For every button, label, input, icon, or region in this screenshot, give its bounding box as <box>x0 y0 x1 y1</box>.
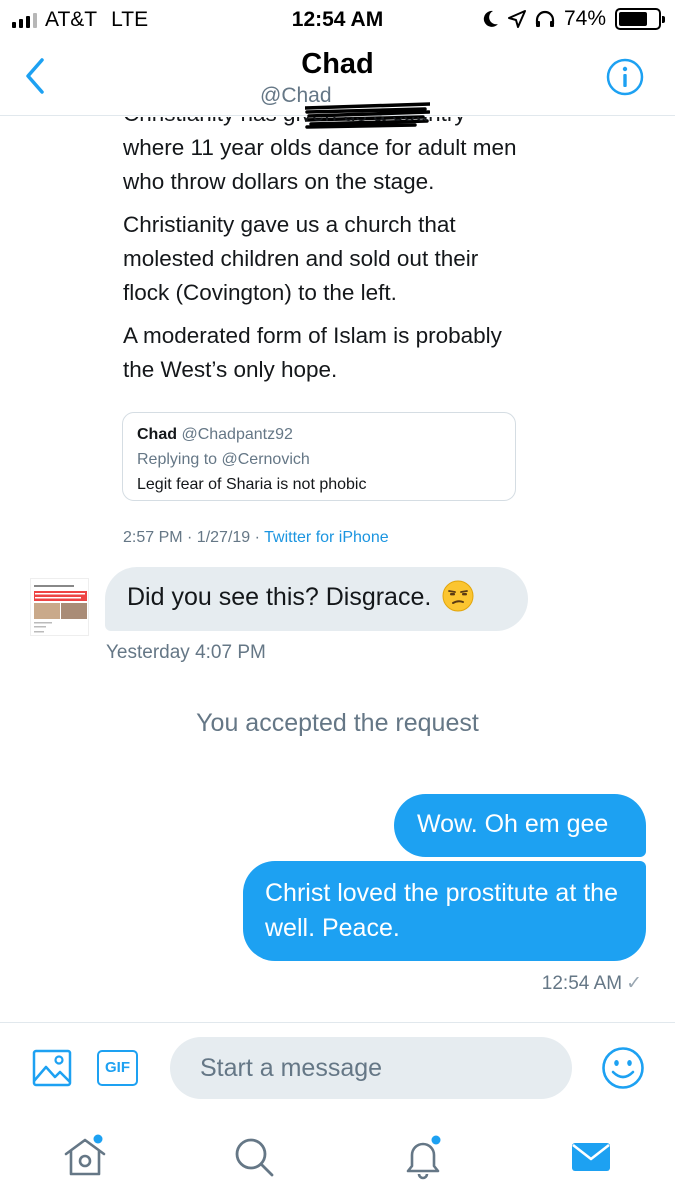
incoming-timestamp: Yesterday 4:07 PM <box>106 642 266 663</box>
outgoing-message-text: Wow. Oh em gee <box>417 810 609 838</box>
outgoing-timestamp: 12:54 AM ✓ <box>541 973 642 994</box>
unamused-face-emoji-icon <box>442 580 474 612</box>
tweet-paragraph: where 11 year olds dance for adult men w… <box>123 135 517 194</box>
battery-percent: 74% <box>563 7 606 30</box>
shared-article-thumbnail[interactable] <box>30 578 89 636</box>
outgoing-message-bubble[interactable]: Christ loved the prostitute at the well.… <box>243 861 646 961</box>
smiley-emoji-icon[interactable] <box>601 1046 645 1090</box>
bell-icon[interactable] <box>400 1134 446 1180</box>
contact-name[interactable]: Chad <box>0 48 675 81</box>
quote-text: Legit fear of Sharia is not phobic <box>137 476 367 493</box>
gif-button[interactable]: GIF <box>97 1050 138 1086</box>
tab-bar <box>0 1114 675 1200</box>
tweet-source-link[interactable]: Twitter for iPhone <box>264 529 389 546</box>
info-icon[interactable] <box>606 58 644 96</box>
tweet-paragraph: Christianity gave us a church that moles… <box>123 212 479 305</box>
image-icon[interactable] <box>32 1048 72 1088</box>
quote-author-name: Chad <box>137 426 177 443</box>
quote-author-handle: @Chadpantz92 <box>181 426 293 443</box>
tweet-meta: 2:57 PM · 1/27/19 · Twitter for iPhone <box>123 529 389 546</box>
moon-icon <box>483 10 498 27</box>
message-composer: GIF <box>0 1022 675 1114</box>
status-bar: AT&T LTE 12:54 AM 74% <box>0 0 675 40</box>
location-arrow-icon <box>507 10 526 28</box>
shared-tweet-text[interactable]: where 11 year olds dance for adult men w… <box>123 131 523 396</box>
home-icon[interactable] <box>62 1134 108 1180</box>
request-accepted-notice: You accepted the request <box>196 709 479 737</box>
message-input[interactable] <box>170 1037 572 1099</box>
outgoing-message-text: Christ loved the prostitute at the well.… <box>265 879 618 942</box>
envelope-icon[interactable] <box>568 1134 614 1180</box>
conversation-header: Chad @Chad <box>0 40 675 129</box>
battery-icon <box>615 8 665 30</box>
headphones-icon <box>535 10 555 27</box>
outgoing-message-bubble[interactable]: Wow. Oh em gee <box>394 794 646 857</box>
checkmark-icon: ✓ <box>626 973 642 994</box>
search-icon[interactable] <box>231 1134 277 1180</box>
conversation-thread[interactable]: Christianity has given us a country wher… <box>0 117 675 1022</box>
tweet-time: 2:57 PM · 1/27/19 <box>123 529 251 546</box>
tweet-paragraph: A moderated form of Islam is probably th… <box>123 323 502 382</box>
incoming-message-text: Did you see this? Disgrace. <box>127 583 432 611</box>
incoming-message-bubble[interactable]: Did you see this? Disgrace. <box>105 567 528 631</box>
quote-replying-to: Replying to @Cernovich <box>137 451 310 468</box>
quoted-tweet-card[interactable]: Chad @Chadpantz92 Replying to @Cernovich… <box>122 412 516 501</box>
